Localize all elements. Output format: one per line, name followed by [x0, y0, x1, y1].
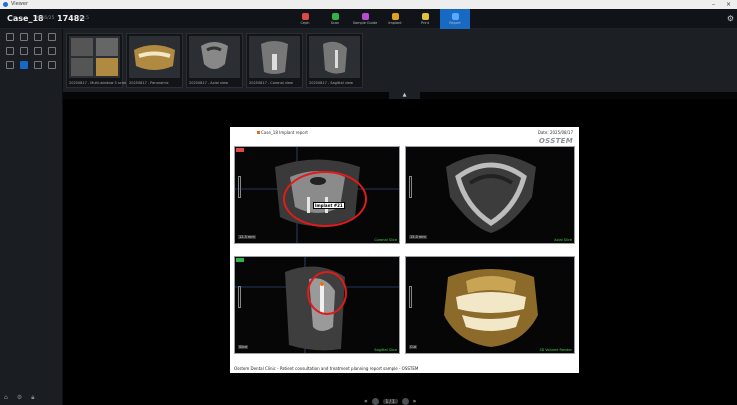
- prev-page-button[interactable]: «: [364, 398, 368, 405]
- thumbnail-image: [129, 36, 180, 78]
- highlight-circle: [307, 271, 347, 315]
- panel-caption: Axial Slice: [554, 238, 572, 242]
- module-icon: [421, 13, 429, 20]
- list-tool-icon[interactable]: [48, 47, 56, 55]
- module-label: Implant: [388, 21, 402, 25]
- page-indicator: 1 / 1: [382, 399, 398, 404]
- page-dot-icon[interactable]: [401, 398, 409, 405]
- title-bar: Viewer – ×: [0, 0, 737, 9]
- module-label: Print: [420, 21, 430, 25]
- implant-label: Implant #21: [313, 202, 345, 209]
- panel-caption: 3D Volume Render: [539, 348, 572, 352]
- settings-icon[interactable]: ⚙: [17, 394, 22, 402]
- thumbnail-strip: 20250817 - Multi-window 5 screen 20250817…: [63, 29, 737, 92]
- module-icon: [391, 13, 399, 20]
- thumbnail-pano[interactable]: 20250817 - Panoramic: [126, 33, 183, 88]
- home-icon[interactable]: ⌂: [4, 394, 8, 402]
- app-window: Viewer – × Case_18 M/56/25 17482 48.5 Ce…: [0, 0, 737, 405]
- module-label: Report: [449, 21, 461, 25]
- panel-scale: Cut: [409, 345, 418, 349]
- module-label: Scan: [330, 21, 340, 25]
- module-label: Ceph: [300, 21, 310, 25]
- case-id-info: 48.5: [79, 16, 90, 21]
- thumbnail-caption: 20250817 - Panoramic: [129, 81, 169, 85]
- pagination: « 1 / 1 »: [364, 398, 416, 405]
- module-icon: [451, 13, 459, 20]
- page-dot-icon[interactable]: [371, 398, 379, 405]
- module-icon: [301, 13, 309, 20]
- brand-logo: OSSTEM: [538, 137, 573, 145]
- report-page: Case_18 Implant report Date: 2025/08/17 …: [230, 127, 579, 373]
- thumbnail-caption: 20250817 - Axial view: [189, 81, 229, 85]
- module-icon: [331, 13, 339, 20]
- grid-tool-icon[interactable]: [34, 47, 42, 55]
- report-filename: Case_18 Implant report: [257, 130, 308, 135]
- thumbnail-caption: 20250817 - Sagittal view: [309, 81, 353, 85]
- thumbnail-coronal[interactable]: 20250817 - Coronal view: [246, 33, 303, 88]
- axial-panel[interactable]: 15.0 mm Axial Slice: [405, 146, 575, 244]
- module-tab-implant[interactable]: Implant: [380, 9, 410, 29]
- report-date: Date: 2025/08/17: [537, 130, 573, 135]
- lock-icon[interactable]: 🔒︎: [31, 394, 34, 402]
- module-tab-report[interactable]: Report: [440, 9, 470, 29]
- thumbnail-image: [309, 36, 360, 78]
- collapse-strip-button[interactable]: ▲: [389, 92, 420, 99]
- highlight-circle: [283, 171, 367, 227]
- pan-tool-icon[interactable]: [20, 33, 28, 41]
- layout-tool-icon[interactable]: [34, 33, 42, 41]
- panel-scale: 12.5 mm: [238, 235, 256, 239]
- report-footer: Osstem Dental Clinic - Patient consultat…: [234, 366, 419, 371]
- volume-render-panel[interactable]: Cut 3D Volume Render: [405, 256, 575, 354]
- case-info: M/56/25: [36, 16, 55, 21]
- module-label: Sample Guide: [352, 21, 378, 25]
- thumbnail-sagittal[interactable]: 20250817 - Sagittal view: [306, 33, 363, 88]
- thumbnail-caption: 20250817 - Coronal view: [249, 81, 293, 85]
- thumbnail-image: [69, 36, 120, 78]
- thumbnail-multi[interactable]: 20250817 - Multi-window 5 screen: [66, 33, 130, 88]
- header-bar: Case_18 M/56/25 17482 48.5 Ceph Scan Sampl…: [0, 9, 737, 29]
- module-tab-sample-guide[interactable]: Sample Guide: [350, 9, 380, 29]
- thumbnail-image: [249, 36, 300, 78]
- module-tab-print[interactable]: Print: [410, 9, 440, 29]
- thumbnail-caption: 20250817 - Multi-window 5 screen: [69, 81, 130, 85]
- gear-icon[interactable]: ⚙: [727, 14, 734, 23]
- module-tab-scan[interactable]: Scan: [320, 9, 350, 29]
- capture-tool-icon[interactable]: [48, 61, 56, 69]
- lock-tool-icon[interactable]: [20, 61, 28, 69]
- window-title: Viewer: [11, 1, 28, 7]
- thumbnail-image: [189, 36, 240, 78]
- sagittal-panel[interactable]: Slice Sagittal Slice: [234, 256, 400, 354]
- thumbnail-axial[interactable]: 20250817 - Axial view: [186, 33, 243, 88]
- module-tab-ceph[interactable]: Ceph: [290, 9, 320, 29]
- select-tool-icon[interactable]: [6, 47, 14, 55]
- left-toolbar: ⌂ ⚙ 🔒︎: [0, 29, 63, 405]
- panel-caption: Coronal Slice: [374, 238, 397, 242]
- rotate-tool-icon[interactable]: [48, 33, 56, 41]
- close-button[interactable]: ×: [726, 0, 731, 9]
- window-tool-icon[interactable]: [6, 61, 14, 69]
- module-tabs: Ceph Scan Sample Guide Implant Print Report: [290, 9, 470, 29]
- panel-scale: Slice: [238, 345, 249, 349]
- panel-caption: Sagittal Slice: [374, 348, 397, 352]
- zoom-tool-icon[interactable]: [6, 33, 14, 41]
- coronal-panel[interactable]: Implant #21 12.5 mm Coronal Slice: [234, 146, 400, 244]
- next-page-button[interactable]: »: [413, 398, 417, 405]
- panel-scale: 15.0 mm: [409, 235, 427, 239]
- module-icon: [361, 13, 369, 20]
- minimize-button[interactable]: –: [712, 0, 715, 9]
- measure-tool-icon[interactable]: [20, 47, 28, 55]
- upload-tool-icon[interactable]: [34, 61, 42, 69]
- app-logo-icon: [3, 2, 8, 7]
